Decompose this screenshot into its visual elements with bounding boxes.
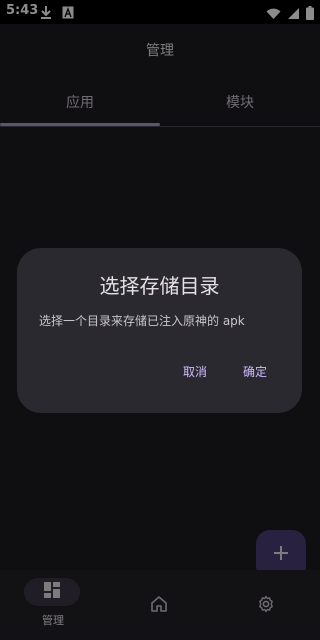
dialog-title: 选择存储目录	[99, 274, 220, 298]
dialog-message: 选择一个目录来存储已注入原神的 apk	[39, 314, 245, 328]
confirm-button[interactable]: 确定	[235, 358, 275, 386]
cancel-button[interactable]: 取消	[175, 358, 215, 386]
storage-directory-dialog: 选择存储目录 选择一个目录来存储已注入原神的 apk 取消 确定	[17, 248, 302, 413]
